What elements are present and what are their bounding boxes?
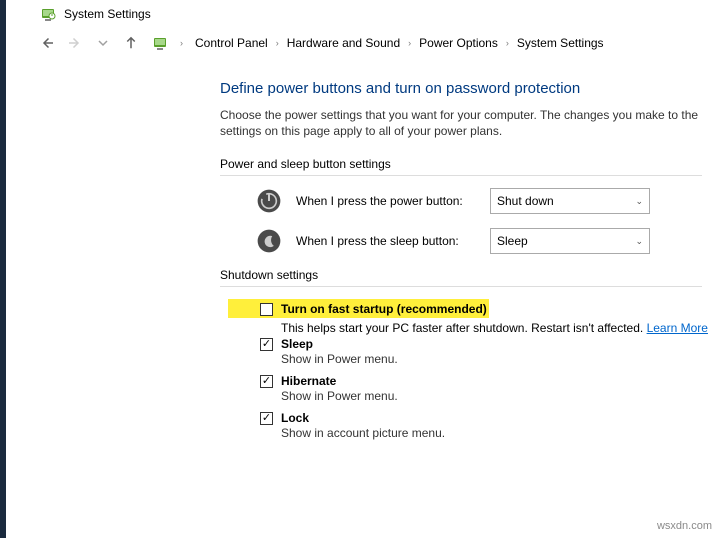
title-bar: System Settings bbox=[0, 0, 720, 28]
navigation-bar: › Control Panel › Hardware and Sound › P… bbox=[0, 28, 720, 62]
sleep-button-dropdown[interactable]: Sleep ⌄ bbox=[490, 228, 650, 254]
sleep-button-label: When I press the sleep button: bbox=[296, 234, 476, 248]
chevron-down-icon: ⌄ bbox=[635, 196, 643, 207]
power-icon bbox=[256, 188, 282, 214]
power-options-icon bbox=[152, 35, 168, 51]
section-shutdown: Shutdown settings bbox=[220, 268, 702, 287]
chevron-right-icon: › bbox=[404, 38, 415, 48]
hibernate-label: Hibernate bbox=[281, 374, 336, 388]
section-power-sleep: Power and sleep button settings bbox=[220, 157, 702, 176]
power-button-label: When I press the power button: bbox=[296, 194, 476, 208]
learn-more-link[interactable]: Learn More bbox=[647, 321, 708, 335]
sleep-label: Sleep bbox=[281, 337, 313, 351]
chevron-right-icon: › bbox=[272, 38, 283, 48]
chevron-right-icon: › bbox=[176, 38, 187, 48]
fast-startup-checkbox[interactable] bbox=[260, 303, 273, 316]
hibernate-checkbox[interactable] bbox=[260, 375, 273, 388]
dropdown-value: Shut down bbox=[497, 194, 554, 208]
back-icon[interactable] bbox=[36, 32, 58, 54]
moon-icon bbox=[256, 228, 282, 254]
power-button-dropdown[interactable]: Shut down ⌄ bbox=[490, 188, 650, 214]
lock-label: Lock bbox=[281, 411, 309, 425]
page-subtitle: Choose the power settings that you want … bbox=[220, 107, 720, 139]
lock-checkbox[interactable] bbox=[260, 412, 273, 425]
watermark: wsxdn.com bbox=[657, 520, 712, 532]
recent-dropdown-icon[interactable] bbox=[92, 32, 114, 54]
fast-startup-label: Turn on fast startup (recommended) bbox=[281, 302, 487, 316]
dropdown-value: Sleep bbox=[497, 234, 528, 248]
breadcrumb: Control Panel › Hardware and Sound › Pow… bbox=[193, 34, 606, 52]
breadcrumb-item[interactable]: System Settings bbox=[515, 34, 606, 52]
page-title: Define power buttons and turn on passwor… bbox=[220, 80, 720, 97]
breadcrumb-item[interactable]: Hardware and Sound bbox=[285, 34, 402, 52]
sleep-checkbox[interactable] bbox=[260, 338, 273, 351]
hibernate-description: Show in Power menu. bbox=[281, 389, 720, 403]
breadcrumb-item[interactable]: Power Options bbox=[417, 34, 500, 52]
sleep-button-row: When I press the sleep button: Sleep ⌄ bbox=[256, 228, 720, 254]
power-options-icon bbox=[40, 6, 56, 22]
chevron-down-icon: ⌄ bbox=[635, 236, 643, 247]
up-icon[interactable] bbox=[120, 32, 142, 54]
window-title: System Settings bbox=[64, 7, 151, 21]
lock-description: Show in account picture menu. bbox=[281, 426, 720, 440]
sleep-description: Show in Power menu. bbox=[281, 352, 720, 366]
highlighted-option: Turn on fast startup (recommended) bbox=[228, 299, 489, 318]
chevron-right-icon: › bbox=[502, 38, 513, 48]
forward-icon bbox=[64, 32, 86, 54]
breadcrumb-item[interactable]: Control Panel bbox=[193, 34, 270, 52]
power-button-row: When I press the power button: Shut down… bbox=[256, 188, 720, 214]
fast-startup-description: This helps start your PC faster after sh… bbox=[281, 321, 647, 335]
